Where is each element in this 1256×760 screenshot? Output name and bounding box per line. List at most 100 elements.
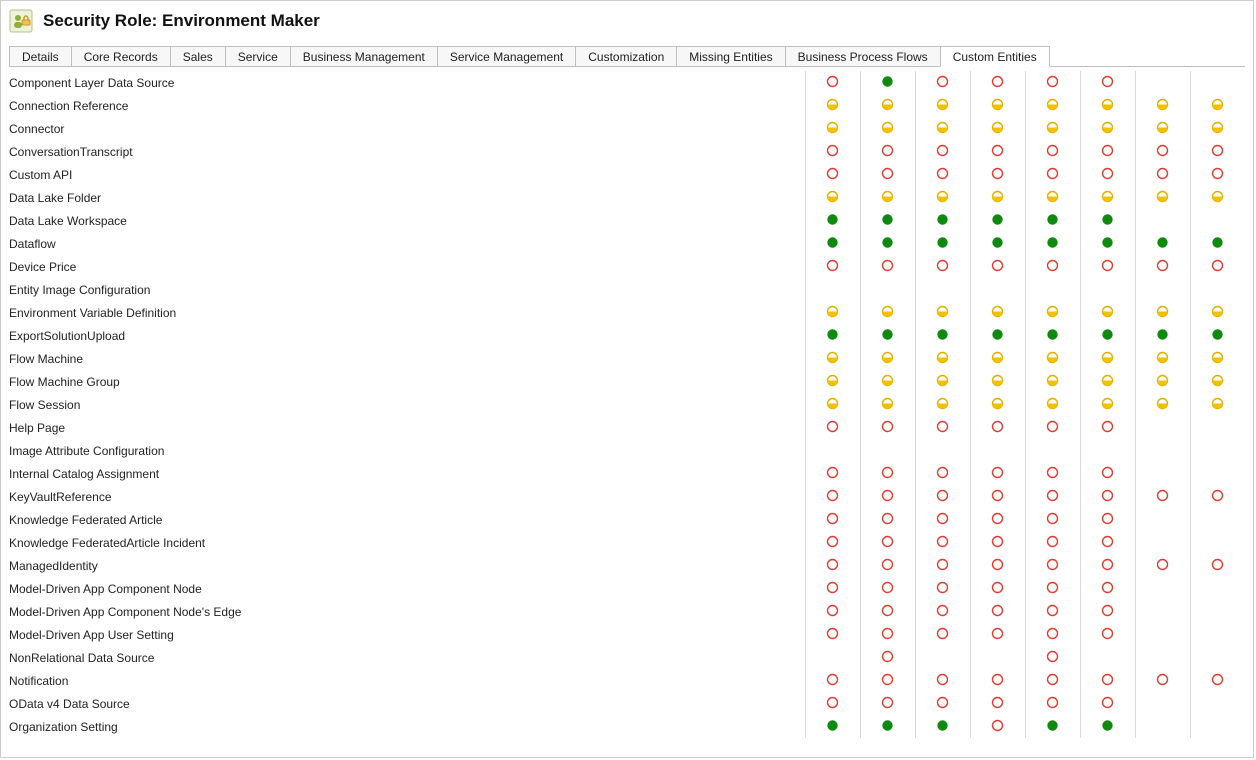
privilege-orb-none-icon[interactable] [881, 259, 894, 272]
privilege-orb-none-icon[interactable] [1046, 535, 1059, 548]
privilege-orb-none-icon[interactable] [1101, 144, 1114, 157]
privilege-orb-none-icon[interactable] [1046, 604, 1059, 617]
privilege-orb-none-icon[interactable] [936, 259, 949, 272]
privilege-orb-none-icon[interactable] [991, 144, 1004, 157]
privilege-orb-none-icon[interactable] [1046, 696, 1059, 709]
privilege-orb-org-icon[interactable] [936, 236, 949, 249]
privilege-orb-org-icon[interactable] [1211, 236, 1224, 249]
privilege-orb-half-icon[interactable] [936, 351, 949, 364]
privilege-orb-none-icon[interactable] [826, 489, 839, 502]
privilege-orb-half-icon[interactable] [1211, 374, 1224, 387]
privilege-orb-half-icon[interactable] [881, 397, 894, 410]
privilege-orb-none-icon[interactable] [826, 512, 839, 525]
privilege-orb-none-icon[interactable] [991, 75, 1004, 88]
privilege-orb-half-icon[interactable] [1101, 190, 1114, 203]
tab-business-process-flows[interactable]: Business Process Flows [785, 46, 941, 67]
privilege-orb-half-icon[interactable] [826, 98, 839, 111]
privilege-orb-half-icon[interactable] [826, 121, 839, 134]
privilege-orb-none-icon[interactable] [991, 696, 1004, 709]
privilege-orb-org-icon[interactable] [1101, 719, 1114, 732]
privilege-orb-none-icon[interactable] [1211, 673, 1224, 686]
privilege-orb-none-icon[interactable] [991, 673, 1004, 686]
privilege-orb-half-icon[interactable] [1101, 374, 1114, 387]
privilege-orb-none-icon[interactable] [936, 627, 949, 640]
privilege-orb-none-icon[interactable] [826, 535, 839, 548]
privilege-orb-half-icon[interactable] [1211, 397, 1224, 410]
privilege-orb-half-icon[interactable] [991, 397, 1004, 410]
privilege-orb-none-icon[interactable] [936, 489, 949, 502]
privilege-orb-org-icon[interactable] [1211, 328, 1224, 341]
privilege-orb-half-icon[interactable] [1211, 190, 1224, 203]
privilege-orb-half-icon[interactable] [936, 190, 949, 203]
privilege-orb-org-icon[interactable] [881, 213, 894, 226]
privilege-orb-org-icon[interactable] [936, 328, 949, 341]
privilege-orb-org-icon[interactable] [1046, 719, 1059, 732]
privilege-orb-none-icon[interactable] [826, 259, 839, 272]
privilege-orb-half-icon[interactable] [881, 305, 894, 318]
privilege-orb-org-icon[interactable] [826, 328, 839, 341]
privilege-orb-none-icon[interactable] [1211, 167, 1224, 180]
privilege-orb-none-icon[interactable] [1101, 581, 1114, 594]
privilege-orb-half-icon[interactable] [1101, 351, 1114, 364]
privilege-orb-none-icon[interactable] [1156, 259, 1169, 272]
privilege-orb-none-icon[interactable] [991, 466, 1004, 479]
privilege-orb-none-icon[interactable] [826, 673, 839, 686]
privilege-orb-half-icon[interactable] [1156, 305, 1169, 318]
privilege-orb-none-icon[interactable] [881, 650, 894, 663]
privilege-orb-half-icon[interactable] [1101, 305, 1114, 318]
privilege-orb-none-icon[interactable] [936, 673, 949, 686]
privilege-orb-none-icon[interactable] [881, 489, 894, 502]
tab-sales[interactable]: Sales [170, 46, 226, 67]
privilege-orb-half-icon[interactable] [991, 98, 1004, 111]
privilege-orb-none-icon[interactable] [1046, 558, 1059, 571]
privilege-orb-none-icon[interactable] [1156, 558, 1169, 571]
privilege-orb-half-icon[interactable] [1156, 397, 1169, 410]
privilege-orb-half-icon[interactable] [1211, 351, 1224, 364]
privilege-orb-none-icon[interactable] [1046, 489, 1059, 502]
privilege-orb-org-icon[interactable] [881, 719, 894, 732]
privilege-orb-none-icon[interactable] [991, 604, 1004, 617]
privilege-orb-org-icon[interactable] [991, 236, 1004, 249]
privilege-orb-none-icon[interactable] [991, 581, 1004, 594]
privilege-orb-half-icon[interactable] [1101, 98, 1114, 111]
privilege-orb-none-icon[interactable] [1211, 144, 1224, 157]
privilege-orb-none-icon[interactable] [881, 535, 894, 548]
privilege-orb-half-icon[interactable] [1156, 121, 1169, 134]
privilege-orb-none-icon[interactable] [881, 581, 894, 594]
privilege-orb-none-icon[interactable] [1046, 650, 1059, 663]
privilege-orb-org-icon[interactable] [936, 719, 949, 732]
privilege-orb-none-icon[interactable] [881, 558, 894, 571]
privilege-orb-half-icon[interactable] [1156, 190, 1169, 203]
privilege-orb-none-icon[interactable] [991, 535, 1004, 548]
privilege-orb-half-icon[interactable] [936, 374, 949, 387]
privilege-orb-org-icon[interactable] [1101, 213, 1114, 226]
privilege-orb-none-icon[interactable] [936, 558, 949, 571]
privilege-orb-half-icon[interactable] [826, 397, 839, 410]
privilege-orb-none-icon[interactable] [1101, 466, 1114, 479]
tab-service[interactable]: Service [225, 46, 291, 67]
privilege-orb-none-icon[interactable] [1101, 512, 1114, 525]
privilege-orb-none-icon[interactable] [1046, 259, 1059, 272]
privilege-orb-none-icon[interactable] [991, 719, 1004, 732]
privilege-orb-half-icon[interactable] [936, 305, 949, 318]
privilege-orb-half-icon[interactable] [991, 351, 1004, 364]
privilege-orb-none-icon[interactable] [881, 144, 894, 157]
privilege-orb-none-icon[interactable] [1101, 259, 1114, 272]
tab-business-management[interactable]: Business Management [290, 46, 438, 67]
privilege-orb-half-icon[interactable] [1046, 305, 1059, 318]
privilege-orb-half-icon[interactable] [881, 351, 894, 364]
privilege-orb-none-icon[interactable] [826, 604, 839, 617]
tab-core-records[interactable]: Core Records [71, 46, 171, 67]
privilege-orb-half-icon[interactable] [1046, 351, 1059, 364]
tab-service-management[interactable]: Service Management [437, 46, 576, 67]
privilege-orb-org-icon[interactable] [881, 328, 894, 341]
privilege-orb-half-icon[interactable] [881, 190, 894, 203]
privilege-orb-org-icon[interactable] [881, 75, 894, 88]
privilege-orb-org-icon[interactable] [1101, 328, 1114, 341]
privilege-orb-none-icon[interactable] [936, 581, 949, 594]
privilege-orb-none-icon[interactable] [826, 144, 839, 157]
privilege-orb-none-icon[interactable] [826, 627, 839, 640]
privilege-orb-none-icon[interactable] [936, 420, 949, 433]
privilege-orb-org-icon[interactable] [1156, 236, 1169, 249]
privilege-orb-org-icon[interactable] [1046, 236, 1059, 249]
